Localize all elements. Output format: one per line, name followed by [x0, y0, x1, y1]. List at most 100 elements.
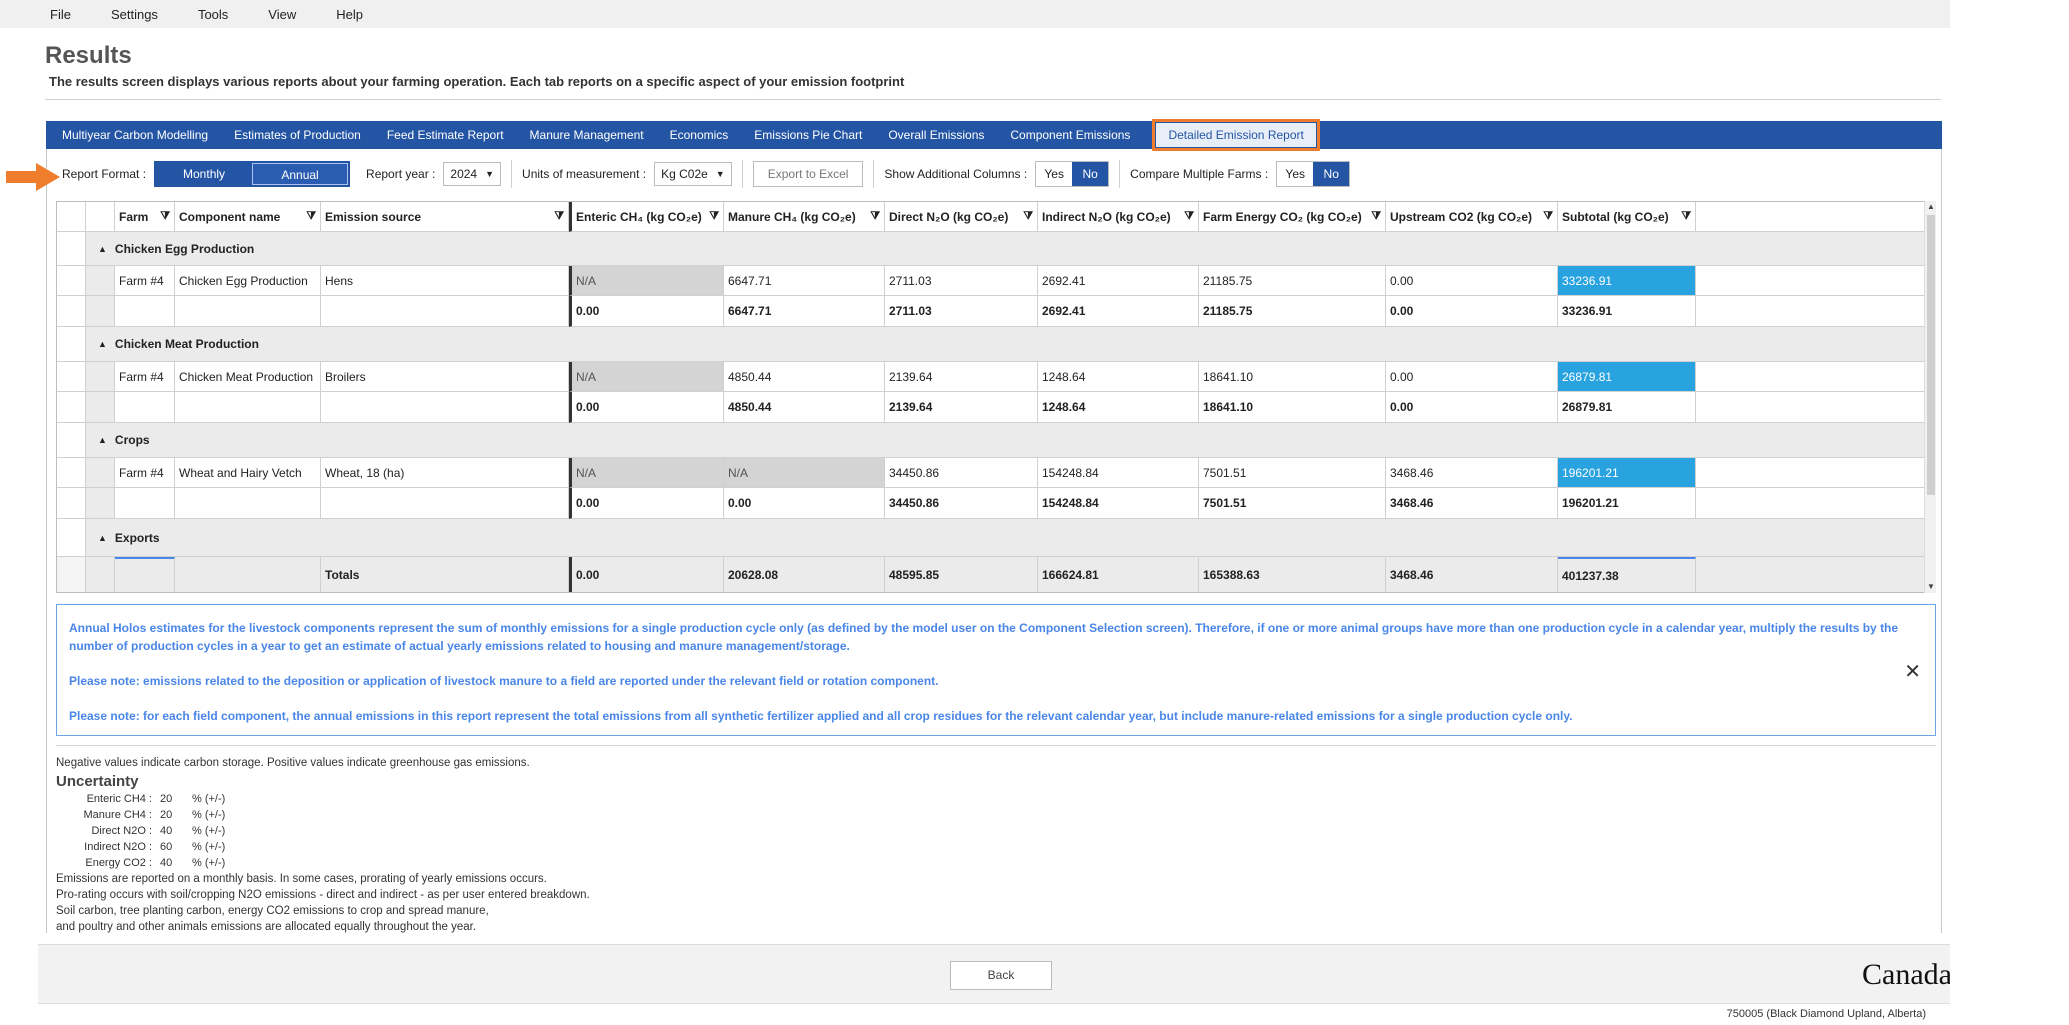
table-row[interactable]: Farm #4 Chicken Meat Production Broilers…	[57, 362, 1935, 392]
filler-cell	[1696, 362, 1935, 392]
compare-farms-toggle: Yes No	[1276, 161, 1351, 187]
indent-cell	[86, 458, 115, 488]
source-cell	[321, 488, 569, 519]
enteric-total: 0.00	[569, 488, 724, 519]
energy-total: 18641.10	[1199, 392, 1386, 423]
column-header-indirect[interactable]: Indirect N₂O (kg CO₂e) ⧩	[1038, 202, 1199, 232]
filter-icon[interactable]: ⧩	[1371, 210, 1381, 223]
column-header-direct[interactable]: Direct N₂O (kg CO₂e) ⧩	[885, 202, 1038, 232]
tab-estimates-production[interactable]: Estimates of Production	[234, 128, 374, 142]
group-header: ▲ Chicken Egg Production	[86, 232, 1935, 266]
tab-feed-estimate[interactable]: Feed Estimate Report	[387, 128, 517, 142]
scroll-down-icon[interactable]: ▼	[1925, 581, 1937, 593]
direct-total: 2711.03	[885, 296, 1038, 327]
compare-farms-yes[interactable]: Yes	[1277, 162, 1314, 186]
scroll-thumb[interactable]	[1927, 215, 1935, 495]
table-row[interactable]: Farm #4 Wheat and Hairy Vetch Wheat, 18 …	[57, 458, 1935, 488]
export-to-excel-button[interactable]: Export to Excel	[752, 161, 864, 187]
menu-help[interactable]: Help	[336, 7, 385, 22]
collapse-icon[interactable]: ▲	[98, 339, 107, 349]
uncertainty-label: Enteric CH4 :	[86, 793, 152, 805]
row-selector[interactable]	[57, 392, 86, 423]
row-selector[interactable]	[57, 296, 86, 327]
uncertainty-row: Energy CO2 : 40 % (+/-)	[56, 855, 590, 871]
indirect-total: 2692.41	[1038, 296, 1199, 327]
filter-icon[interactable]: ⧩	[160, 210, 170, 223]
table-row[interactable]: Farm #4 Chicken Egg Production Hens N/A …	[57, 266, 1935, 296]
indent-cell	[86, 488, 115, 519]
page-subtitle: The results screen displays various repo…	[49, 74, 905, 89]
filter-icon[interactable]: ⧩	[1681, 210, 1691, 223]
monthly-option[interactable]: Monthly	[156, 163, 252, 185]
group-header-row[interactable]: ▲ Chicken Meat Production	[57, 327, 1935, 362]
expander-header	[86, 202, 115, 232]
grid-vertical-scrollbar[interactable]: ▲ ▼	[1924, 201, 1936, 593]
tab-component-emissions[interactable]: Component Emissions	[1010, 128, 1143, 142]
info-line: Soil carbon, tree planting carbon, energ…	[56, 905, 489, 917]
filter-icon[interactable]: ⧩	[709, 210, 719, 223]
row-selector[interactable]	[57, 362, 86, 392]
source-cell: Wheat, 18 (ha)	[321, 458, 569, 488]
filter-icon[interactable]: ⧩	[306, 210, 316, 223]
tab-emissions-pie[interactable]: Emissions Pie Chart	[754, 128, 875, 142]
filter-icon[interactable]: ⧩	[1184, 210, 1194, 223]
uncertainty-value: 60	[160, 841, 173, 853]
menu-view[interactable]: View	[268, 7, 318, 22]
tab-manure-management[interactable]: Manure Management	[530, 128, 657, 142]
additional-columns-yes[interactable]: Yes	[1036, 162, 1073, 186]
report-year-label: Report year :	[366, 167, 436, 181]
column-header-subtotal[interactable]: Subtotal (kg CO₂e) ⧩	[1558, 202, 1696, 232]
farm-cell	[115, 488, 175, 519]
group-header-row[interactable]: ▲ Chicken Egg Production	[57, 232, 1935, 266]
additional-columns-label: Show Additional Columns :	[884, 167, 1028, 181]
scroll-up-icon[interactable]: ▲	[1925, 201, 1937, 213]
annual-option[interactable]: Annual	[252, 163, 349, 185]
tab-overall-emissions[interactable]: Overall Emissions	[888, 128, 997, 142]
location-label: 750005 (Black Diamond Upland, Alberta)	[1726, 1008, 1926, 1020]
filter-icon[interactable]: ⧩	[870, 210, 880, 223]
column-header-farm[interactable]: Farm ⧩	[115, 202, 175, 232]
filter-icon[interactable]: ⧩	[1543, 210, 1553, 223]
column-header-source[interactable]: Emission source ⧩	[321, 202, 569, 232]
storage-note: Negative values indicate carbon storage.…	[56, 757, 530, 769]
additional-columns-no[interactable]: No	[1072, 162, 1109, 186]
menu-tools[interactable]: Tools	[198, 7, 250, 22]
column-header-component[interactable]: Component name ⧩	[175, 202, 321, 232]
back-button[interactable]: Back	[950, 961, 1052, 990]
farm-cell	[115, 296, 175, 327]
upstream-total: 0.00	[1386, 392, 1558, 423]
separator	[1119, 160, 1121, 188]
close-icon[interactable]: ✕	[1904, 659, 1921, 684]
report-year-select[interactable]: 2024 ▼	[443, 162, 502, 186]
row-selector[interactable]	[57, 488, 86, 519]
collapse-icon[interactable]: ▲	[98, 244, 107, 254]
column-header-enteric[interactable]: Enteric CH₄ (kg CO₂e) ⧩	[569, 202, 724, 232]
menu-file[interactable]: File	[50, 7, 93, 22]
compare-farms-no[interactable]: No	[1313, 162, 1350, 186]
tab-economics[interactable]: Economics	[670, 128, 742, 142]
menu-bar: File Settings Tools View Help	[0, 0, 1950, 28]
filler-cell	[1696, 557, 1935, 592]
row-selector[interactable]	[57, 327, 86, 362]
indirect-cell: 1248.64	[1038, 362, 1199, 392]
tab-multiyear-carbon[interactable]: Multiyear Carbon Modelling	[62, 128, 221, 142]
column-header-manure[interactable]: Manure CH₄ (kg CO₂e) ⧩	[724, 202, 885, 232]
row-selector[interactable]	[57, 232, 86, 266]
units-select[interactable]: Kg C02e ▼	[654, 162, 732, 186]
filter-icon[interactable]: ⧩	[1023, 210, 1033, 223]
row-selector[interactable]	[57, 266, 86, 296]
column-header-upstream[interactable]: Upstream CO2 (kg CO₂e) ⧩	[1386, 202, 1558, 232]
collapse-icon[interactable]: ▲	[98, 533, 107, 543]
row-selector[interactable]	[57, 423, 86, 458]
group-header-row[interactable]: ▲ Exports	[57, 519, 1935, 557]
uncertainty-title: Uncertainty	[56, 773, 139, 790]
menu-settings[interactable]: Settings	[111, 7, 180, 22]
column-header-energy[interactable]: Farm Energy CO₂ (kg CO₂e) ⧩	[1199, 202, 1386, 232]
subtotal-total: 196201.21	[1558, 488, 1696, 519]
collapse-icon[interactable]: ▲	[98, 435, 107, 445]
row-selector[interactable]	[57, 519, 86, 557]
row-selector[interactable]	[57, 458, 86, 488]
group-header-row[interactable]: ▲ Crops	[57, 423, 1935, 458]
filter-icon[interactable]: ⧩	[554, 210, 564, 223]
tab-detailed-emission-report[interactable]: Detailed Emission Report	[1152, 119, 1320, 151]
